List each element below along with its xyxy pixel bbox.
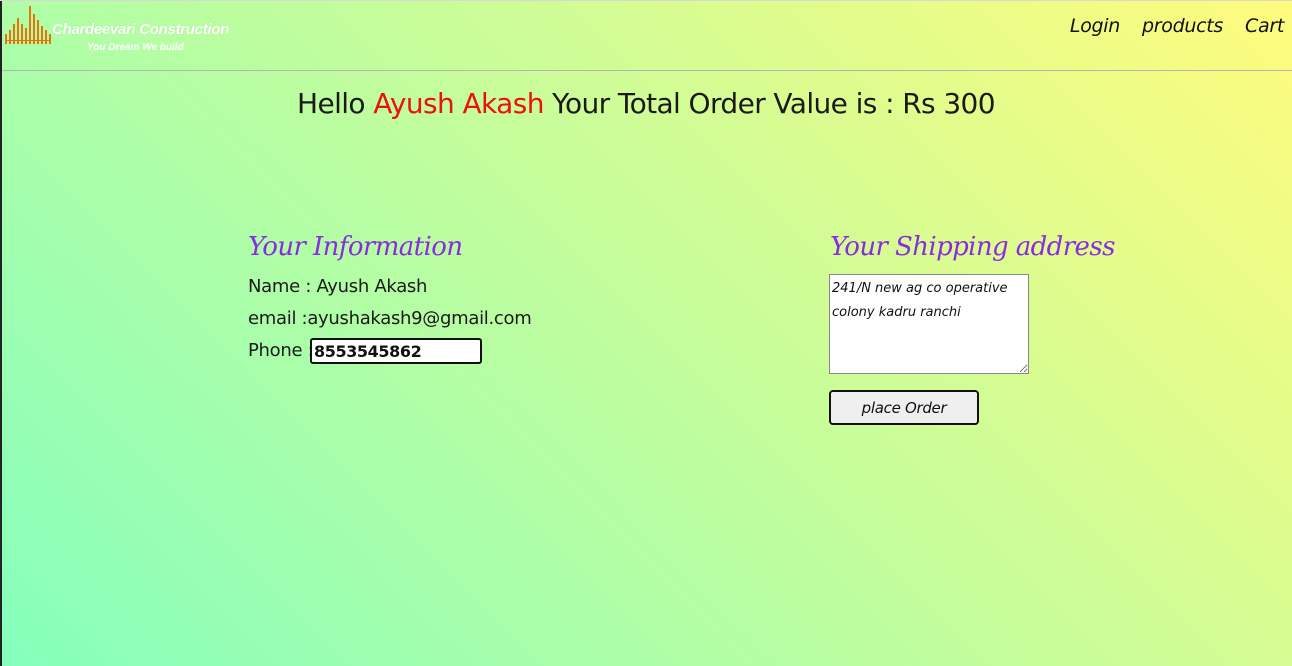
greeting-user-name: Ayush Akash [373, 87, 544, 120]
shipping-address-textarea[interactable]: 241/N new ag co operative colony kadru r… [829, 274, 1029, 374]
logo-tagline: You Dream We build [87, 42, 184, 53]
your-information-title: Your Information [248, 232, 463, 262]
main-nav: Login products Cart [1070, 15, 1284, 37]
shipping-address-title: Your Shipping address [830, 232, 1115, 262]
nav-products-link[interactable]: products [1142, 15, 1223, 37]
nav-login-link[interactable]: Login [1070, 15, 1120, 37]
brand-logo[interactable]: Chardeevari Construction You Dream We bu… [5, 4, 229, 56]
phone-label: Phone : [248, 340, 314, 361]
place-order-button[interactable]: place Order [829, 390, 979, 425]
site-header: Chardeevari Construction You Dream We bu… [2, 1, 1292, 71]
building-bars-icon [5, 6, 51, 44]
logo-title: Chardeevari Construction [52, 21, 230, 38]
nav-cart-link[interactable]: Cart [1245, 15, 1284, 37]
order-total-heading: Hello Ayush Akash Your Total Order Value… [0, 87, 1292, 120]
customer-name: Name : Ayush Akash [248, 276, 428, 297]
greeting-prefix: Hello [296, 87, 366, 120]
greeting-order-total: Your Total Order Value is : Rs 300 [552, 87, 995, 120]
customer-email: email :ayushakash9@gmail.com [248, 308, 532, 329]
phone-input[interactable] [310, 338, 482, 364]
